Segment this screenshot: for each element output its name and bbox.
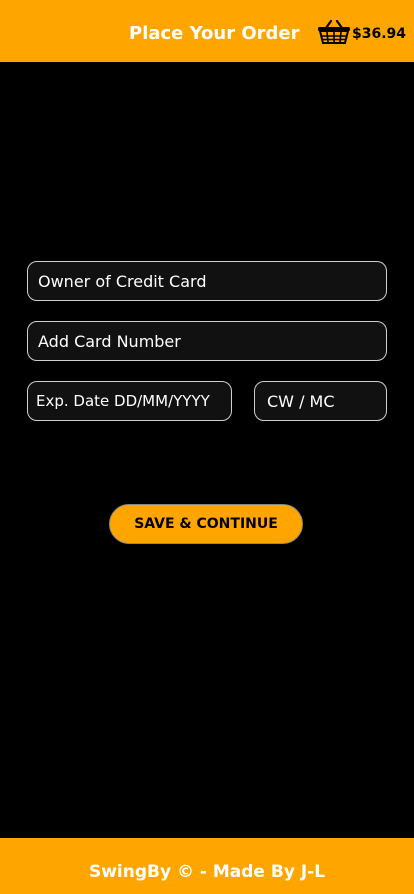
card-number-input[interactable] bbox=[27, 321, 387, 361]
expiration-date-input[interactable] bbox=[27, 381, 232, 421]
footer-credit: SwingBy © - Made By J-L bbox=[88, 862, 326, 882]
app-header: Place Your Order $36.94 bbox=[0, 0, 414, 62]
app-footer: SwingBy © - Made By J-L bbox=[0, 838, 414, 894]
cart-total: $36.94 bbox=[352, 26, 407, 42]
page-title: Place Your Order bbox=[129, 23, 300, 44]
card-owner-input[interactable] bbox=[27, 261, 387, 301]
basket-icon[interactable] bbox=[317, 19, 351, 45]
checkout-page: Place Your Order $36.94 SAVE & CONTINUE bbox=[0, 0, 414, 894]
save-continue-button[interactable]: SAVE & CONTINUE bbox=[109, 504, 303, 544]
cvv-input[interactable] bbox=[254, 381, 387, 421]
